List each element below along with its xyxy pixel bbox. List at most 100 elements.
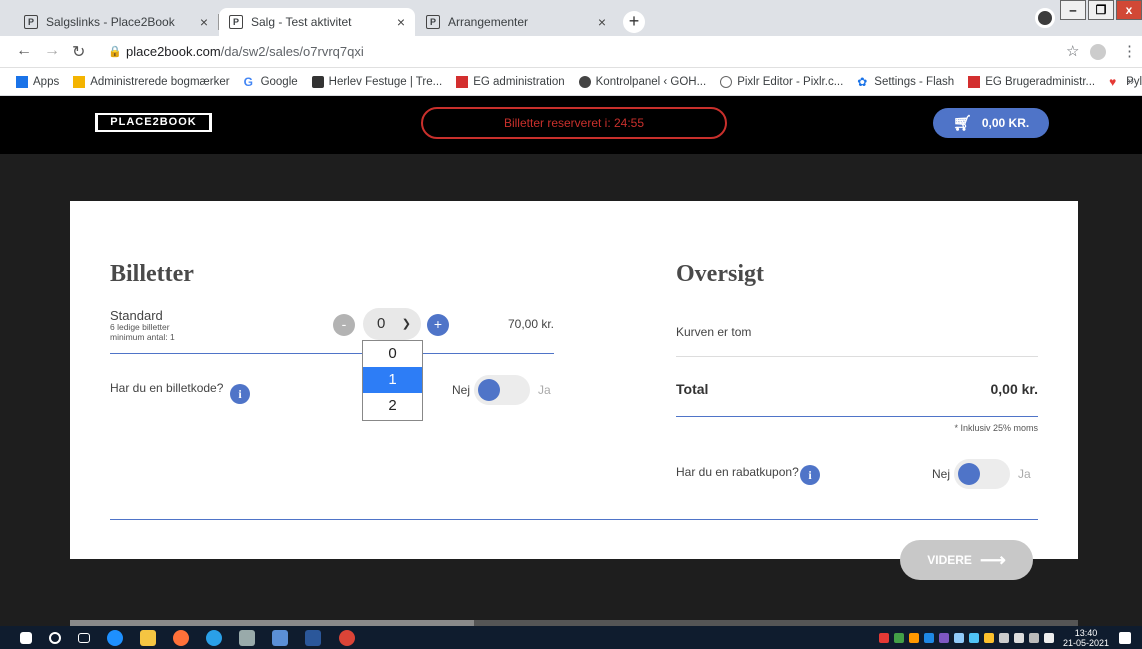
windows-start-icon[interactable] — [20, 631, 32, 644]
bookmark-label: Settings - Flash — [874, 75, 955, 88]
eg-icon — [456, 75, 469, 88]
word-icon[interactable] — [305, 629, 321, 646]
ticket-name: Standard — [110, 308, 163, 323]
bookmark-settings-flash[interactable]: ✿ Settings - Flash — [857, 76, 954, 88]
ticket-divider — [110, 353, 554, 354]
bookmarks-more-icon[interactable]: » — [1127, 74, 1134, 88]
tab-title: Arrangementer — [448, 15, 529, 29]
tab-arrangementer[interactable]: P Arrangementer × — [416, 8, 616, 36]
clock-time: 13:40 — [1074, 627, 1098, 638]
overview-divider — [676, 356, 1038, 357]
info-icon[interactable]: i — [800, 465, 820, 485]
toggle-track[interactable] — [474, 375, 531, 405]
decrease-quantity-button[interactable]: - — [333, 314, 355, 336]
task-view-icon[interactable] — [78, 632, 90, 643]
battery-icon[interactable] — [998, 632, 1009, 643]
next-button-label: VIDERE — [927, 553, 972, 567]
browser-menu-icon[interactable]: ⋮ — [1122, 42, 1137, 60]
place2book-logo[interactable]: PLACE2BOOK — [95, 113, 212, 132]
forward-arrow-icon[interactable]: → — [44, 42, 60, 60]
clock[interactable]: 13:40 21-05-2021 — [1063, 628, 1109, 648]
profile-icon[interactable] — [1035, 8, 1055, 28]
quantity-select[interactable]: 0 ❯ — [363, 308, 421, 340]
quantity-option-highlighted[interactable]: 1 — [363, 367, 422, 393]
tray-app-icon[interactable] — [983, 632, 994, 643]
quantity-value: 0 — [377, 315, 386, 332]
google-icon: G — [243, 74, 253, 89]
address-bar[interactable]: 🔒 place2book.com/da/sw2/sales/o7rvrq7qxi — [104, 40, 1064, 64]
ticket-minimum: minimum antal: 1 — [110, 332, 175, 342]
bookmark-pixlr[interactable]: Pixlr Editor - Pixlr.c... — [720, 75, 843, 88]
notifications-icon[interactable] — [1119, 631, 1131, 644]
volume-icon[interactable] — [1043, 632, 1054, 643]
edge-icon[interactable] — [107, 629, 123, 646]
cart-button[interactable]: 🛒︎ 0,00 KR. — [933, 108, 1049, 138]
bookmark-eg-admin[interactable]: EG administration — [456, 75, 565, 88]
url-host: place2book.com — [126, 44, 221, 59]
account-avatar-icon[interactable] — [1090, 44, 1106, 60]
app-icon[interactable] — [206, 629, 222, 646]
eg-icon — [968, 75, 981, 88]
bookmark-apps[interactable]: Apps — [16, 75, 59, 88]
tab-close-icon[interactable]: × — [598, 14, 606, 30]
tray-app-icon[interactable] — [968, 632, 979, 643]
bookmark-kontrolpanel[interactable]: Kontrolpanel ‹ GOH... — [578, 75, 706, 88]
firefox-icon[interactable] — [173, 629, 189, 646]
network-app-icon[interactable] — [272, 629, 288, 646]
clock-date: 21-05-2021 — [1062, 637, 1109, 648]
quantity-dropdown[interactable]: 0 1 2 — [362, 340, 423, 421]
total-value: 0,00 kr. — [990, 381, 1039, 397]
windows-taskbar: 13:40 21-05-2021 — [0, 626, 1142, 649]
restore-button[interactable]: ❐ — [1088, 0, 1114, 20]
new-tab-button[interactable]: + — [623, 11, 645, 33]
coupon-toggle[interactable]: Nej Ja — [932, 459, 1031, 489]
tool-icon[interactable] — [239, 629, 255, 646]
checkout-card: Billetter Standard 6 ledige billetter mi… — [70, 201, 1078, 559]
increase-quantity-button[interactable]: + — [427, 314, 449, 336]
close-window-button[interactable]: x — [1116, 0, 1142, 20]
bookmark-star-icon[interactable]: ☆ — [1066, 42, 1079, 60]
tab-salgslinks[interactable]: P Salgslinks - Place2Book × — [14, 8, 218, 36]
tray-app-icon[interactable] — [938, 632, 949, 643]
bookmark-folder[interactable]: Administrerede bogmærker — [73, 75, 230, 88]
tab-salg-test-aktivitet[interactable]: P Salg - Test aktivitet × — [219, 8, 415, 36]
toggle-knob — [958, 463, 981, 485]
back-arrow-icon[interactable]: ← — [16, 42, 32, 60]
browser-toolbar: ← → ↻ 🔒 place2book.com/da/sw2/sales/o7rvr… — [0, 36, 1142, 68]
total-label: Total — [676, 381, 709, 397]
bookmarks-bar: Apps Administrerede bogmærker G Google He… — [0, 68, 1142, 96]
file-explorer-icon[interactable] — [140, 629, 156, 646]
ticket-availability: 6 ledige billetter — [110, 322, 170, 332]
search-icon[interactable] — [49, 631, 61, 644]
bookmark-google[interactable]: G Google — [244, 76, 298, 88]
tray-app-icon[interactable] — [878, 632, 889, 643]
cart-icon: 🛒︎ — [952, 115, 972, 132]
tray-app-icon[interactable] — [908, 632, 919, 643]
chrome-icon[interactable] — [339, 629, 355, 646]
keyboard-icon[interactable] — [1028, 632, 1039, 643]
info-icon[interactable]: i — [230, 384, 250, 404]
toggle-track[interactable] — [954, 459, 1011, 489]
minimize-button[interactable]: ‒ — [1060, 0, 1086, 20]
tray-app-icon[interactable] — [923, 632, 934, 643]
ticket-code-toggle[interactable]: Nej Ja — [452, 375, 551, 405]
gear-icon: ✿ — [857, 74, 868, 89]
tray-app-icon[interactable] — [893, 632, 904, 643]
ticket-price: 70,00 kr. — [507, 317, 554, 331]
bookmark-eg-bruger[interactable]: EG Brugeradministr... — [968, 75, 1095, 88]
bookmark-pylon[interactable]: ♥Pylon — [1109, 76, 1142, 88]
next-button[interactable]: VIDERE ⟶ — [900, 540, 1033, 580]
bookmark-herlev[interactable]: Herlev Festuge | Tre... — [311, 75, 442, 88]
quantity-option[interactable]: 0 — [363, 341, 422, 367]
coupon-label: Har du en rabatkupon? — [676, 465, 799, 479]
tab-close-icon[interactable]: × — [200, 14, 208, 30]
bluetooth-icon[interactable] — [953, 632, 964, 643]
tab-close-icon[interactable]: × — [397, 14, 405, 30]
pylon-icon: ♥ — [1109, 74, 1117, 89]
signal-icon[interactable] — [1013, 632, 1024, 643]
total-divider — [676, 416, 1038, 417]
reload-icon[interactable]: ↻ — [72, 42, 85, 62]
quantity-option[interactable]: 2 — [363, 393, 422, 419]
arrow-right-icon: ⟶ — [979, 549, 1006, 570]
place2book-favicon-icon: P — [24, 15, 38, 29]
